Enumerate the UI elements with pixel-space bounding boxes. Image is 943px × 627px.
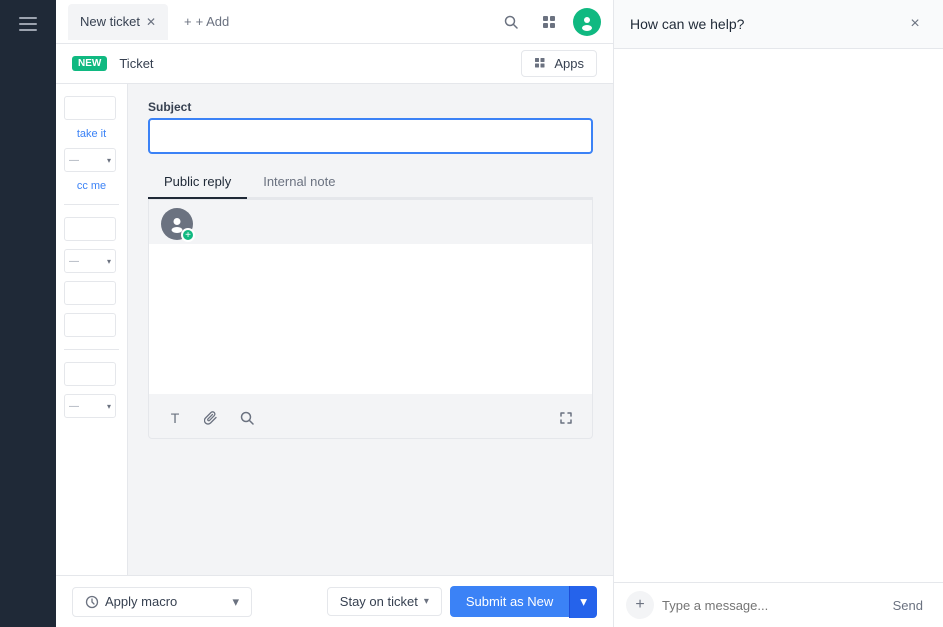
subject-input[interactable] — [148, 118, 593, 154]
take-it-link[interactable]: take it — [64, 128, 119, 140]
author-avatar: + — [161, 208, 193, 240]
apply-macro-dropdown[interactable]: Apply macro ▾ — [72, 587, 252, 617]
expand-icon[interactable] — [552, 404, 580, 432]
reply-tabs: Public reply Internal note — [148, 166, 593, 199]
new-ticket-tab[interactable]: New ticket ✕ — [68, 4, 168, 40]
apps-label: Apps — [554, 56, 584, 71]
submit-dropdown-button[interactable]: ▾ — [569, 586, 597, 618]
add-icon: + — [184, 14, 192, 29]
submit-button-group: Submit as New ▾ — [450, 586, 597, 618]
custom-field-1[interactable] — [64, 362, 116, 386]
main-content: New ticket ✕ + + Add — [56, 0, 613, 627]
macro-arrow-icon: ▾ — [232, 594, 239, 610]
close-tab-icon[interactable]: ✕ — [146, 15, 156, 29]
help-panel-close-button[interactable]: × — [903, 12, 927, 36]
user-avatar[interactable] — [573, 8, 601, 36]
help-message-input-area: + Send — [614, 582, 943, 627]
grid-icon[interactable] — [535, 8, 563, 36]
requester-input[interactable] — [64, 96, 116, 120]
subject-label: Subject — [148, 100, 593, 114]
panel-divider-2 — [64, 349, 119, 350]
text-format-icon[interactable]: T — [161, 404, 189, 432]
ticket-type-label: Ticket — [119, 56, 153, 71]
group-input[interactable] — [64, 313, 116, 337]
search-kb-icon[interactable] — [233, 404, 261, 432]
page-layout: take it — ▾ cc me — ▾ — ▾ — [56, 84, 613, 575]
reply-author-row: + — [149, 200, 592, 244]
help-attach-icon[interactable]: + — [626, 591, 654, 619]
add-author-icon[interactable]: + — [181, 228, 195, 242]
reply-area-wrapper: + T — [148, 199, 593, 439]
attach-icon[interactable] — [197, 404, 225, 432]
apply-macro-label: Apply macro — [105, 594, 177, 609]
priority-dropdown[interactable]: — ▾ — [64, 249, 116, 273]
custom-dropdown-1[interactable]: — ▾ — [64, 394, 116, 418]
type-input[interactable] — [64, 217, 116, 241]
help-send-button[interactable]: Send — [885, 594, 931, 617]
stay-on-ticket-label: Stay on ticket — [340, 594, 418, 609]
search-icon[interactable] — [497, 8, 525, 36]
apps-button[interactable]: Apps — [521, 50, 597, 77]
panel-divider — [64, 204, 119, 205]
stay-arrow-icon: ▾ — [424, 596, 429, 607]
dropdown-arrow-2-icon: ▾ — [107, 257, 111, 266]
status-badge: NEW — [72, 56, 107, 71]
help-panel-title: How can we help? — [630, 16, 744, 32]
help-panel: How can we help? × + Send — [613, 0, 943, 627]
top-bar: New ticket ✕ + + Add — [56, 0, 613, 44]
sub-bar: NEW Ticket Apps — [56, 44, 613, 84]
bottom-bar: Apply macro ▾ Stay on ticket ▾ Submit as… — [56, 575, 613, 627]
cc-me-link[interactable]: cc me — [64, 180, 119, 192]
app-sidebar — [0, 0, 56, 627]
reply-textarea[interactable] — [149, 244, 592, 394]
dropdown-arrow-3-icon: ▾ — [107, 402, 111, 411]
help-panel-header: How can we help? × — [614, 0, 943, 49]
submit-as-new-button[interactable]: Submit as New — [450, 586, 569, 617]
submit-dropdown-arrow-icon: ▾ — [580, 594, 587, 609]
help-message-input[interactable] — [662, 598, 877, 613]
assignee-dropdown[interactable]: — ▾ — [64, 148, 116, 172]
ticket-main-area: Subject Public reply Internal note — [128, 84, 613, 575]
reply-toolbar: T — [149, 397, 592, 438]
add-tab-button[interactable]: + + Add — [176, 10, 237, 33]
sidebar-menu-icon[interactable] — [12, 8, 44, 40]
stay-on-ticket-dropdown[interactable]: Stay on ticket ▾ — [327, 587, 442, 616]
tags-input[interactable] — [64, 281, 116, 305]
help-panel-body — [614, 49, 943, 582]
top-bar-icons — [497, 8, 601, 36]
left-panel: take it — ▾ cc me — ▾ — ▾ — [56, 84, 128, 575]
add-label: + Add — [196, 14, 230, 29]
subject-group: Subject — [148, 100, 593, 154]
tab-label: New ticket — [80, 14, 140, 29]
tab-internal-note[interactable]: Internal note — [247, 166, 351, 199]
dropdown-arrow-icon: ▾ — [107, 156, 111, 165]
tab-public-reply[interactable]: Public reply — [148, 166, 247, 199]
reply-section: Public reply Internal note — [148, 166, 593, 439]
